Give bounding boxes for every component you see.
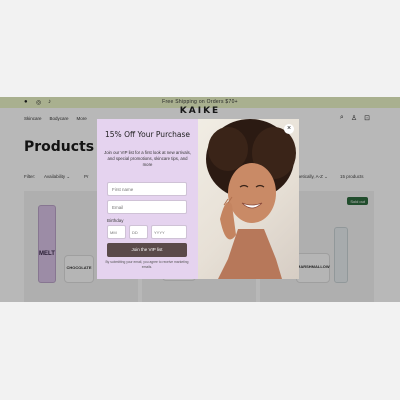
popup-title: 15% Off Your Purchase [105,130,190,139]
close-icon[interactable]: × [284,124,294,134]
birthday-year-field[interactable] [151,225,187,239]
popup-fine-print: By submitting your email, you agree to r… [105,260,189,269]
popup-form-panel: 15% Off Your Purchase Join our VIP list … [97,119,198,279]
email-field[interactable] [107,200,187,214]
page-viewport: ● ◎ ♪ Free Shipping on Orders $70+ KAIKE… [0,97,400,302]
popup-image: × [198,119,299,279]
popup-description: Join our VIP list for a first look at ne… [104,150,191,167]
first-name-field[interactable] [107,182,187,196]
birthday-month-field[interactable] [107,225,126,239]
birthday-day-field[interactable] [129,225,148,239]
model-portrait-image [206,119,296,279]
join-vip-button[interactable]: Join the VIP list [107,243,187,257]
newsletter-popup: 15% Off Your Purchase Join our VIP list … [97,119,299,279]
birthday-label: Birthday [107,218,124,223]
